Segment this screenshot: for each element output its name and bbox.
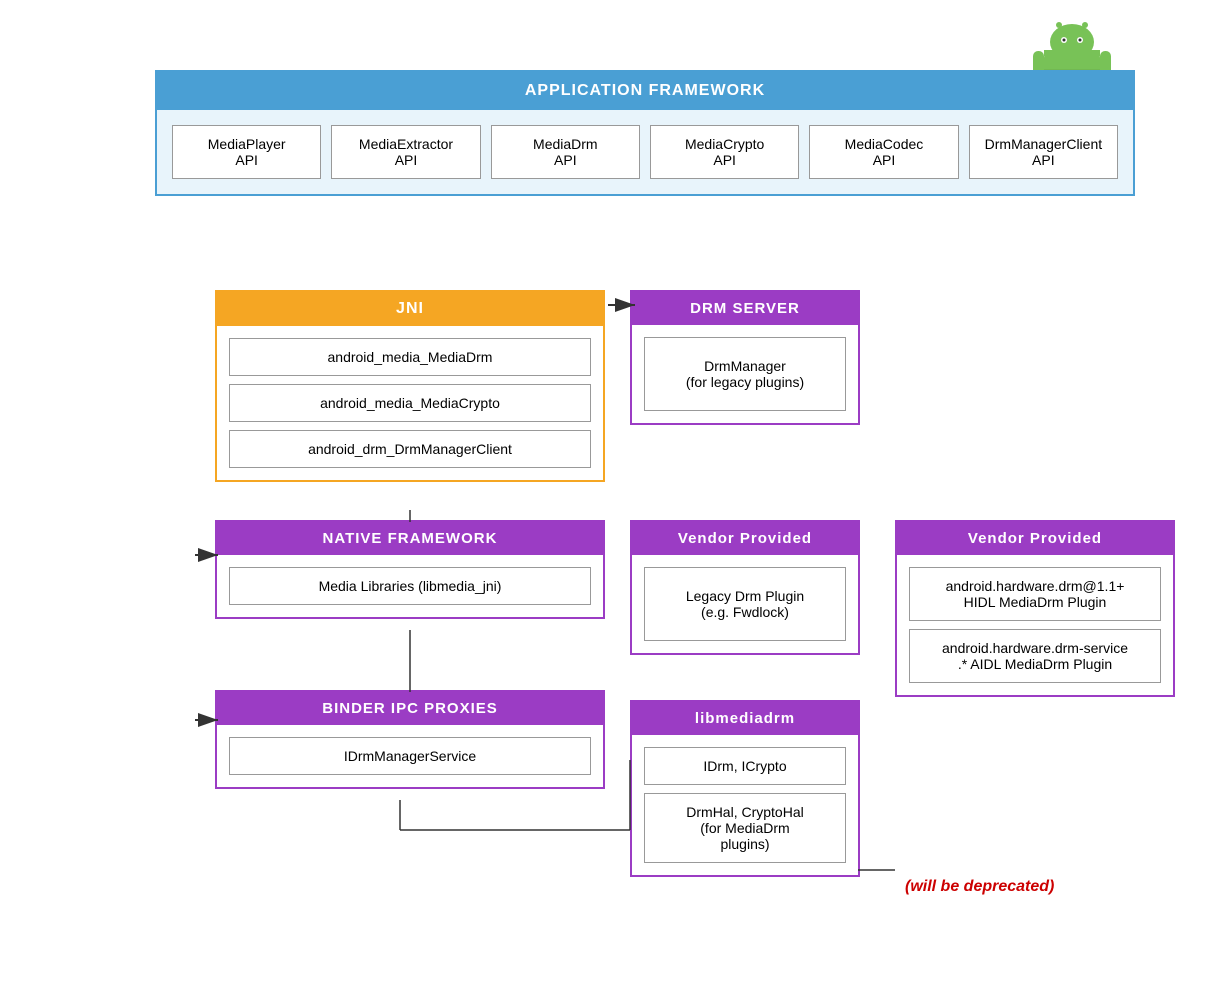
libmediadrm-body: IDrm, ICrypto DrmHal, CryptoHal(for Medi… — [632, 735, 858, 875]
app-framework-header: APPLICATION FRAMEWORK — [157, 72, 1133, 110]
native-framework-header: NATIVE FRAMEWORK — [217, 522, 603, 555]
libmediadrm: libmediadrm IDrm, ICrypto DrmHal, Crypto… — [630, 700, 860, 877]
drm-server-header: DRM SERVER — [632, 292, 858, 325]
jni-item-1: android_media_MediaDrm — [229, 338, 591, 376]
api-mediaplayer: MediaPlayerAPI — [172, 125, 321, 179]
jni-body: android_media_MediaDrm android_media_Med… — [217, 326, 603, 480]
vendor-right-item-1: android.hardware.drm@1.1+HIDL MediaDrm P… — [909, 567, 1161, 621]
libmediadrm-item-1: IDrm, ICrypto — [644, 747, 846, 785]
jni-header: JNI — [217, 292, 603, 326]
native-framework-body: Media Libraries (libmedia_jni) — [217, 555, 603, 617]
app-framework: APPLICATION FRAMEWORK MediaPlayerAPI Med… — [155, 70, 1135, 196]
binder-ipc-body: IDrmManagerService — [217, 725, 603, 787]
api-drmmanagerclient: DrmManagerClientAPI — [969, 125, 1118, 179]
api-mediacodec: MediaCodecAPI — [809, 125, 958, 179]
binder-ipc: BINDER IPC PROXIES IDrmManagerService — [215, 690, 605, 789]
binder-item-1: IDrmManagerService — [229, 737, 591, 775]
native-framework: NATIVE FRAMEWORK Media Libraries (libmed… — [215, 520, 605, 619]
libmediadrm-item-2: DrmHal, CryptoHal(for MediaDrmplugins) — [644, 793, 846, 863]
vendor-left-item-1: Legacy Drm Plugin(e.g. Fwdlock) — [644, 567, 846, 641]
vendor-right-body: android.hardware.drm@1.1+HIDL MediaDrm P… — [897, 555, 1173, 695]
binder-ipc-header: BINDER IPC PROXIES — [217, 692, 603, 725]
vendor-left-header: Vendor Provided — [632, 522, 858, 555]
vendor-left: Vendor Provided Legacy Drm Plugin(e.g. F… — [630, 520, 860, 655]
drm-server-item-1: DrmManager(for legacy plugins) — [644, 337, 846, 411]
native-item-1: Media Libraries (libmedia_jni) — [229, 567, 591, 605]
libmediadrm-header: libmediadrm — [632, 702, 858, 735]
jni-item-3: android_drm_DrmManagerClient — [229, 430, 591, 468]
drm-server-body: DrmManager(for legacy plugins) — [632, 325, 858, 423]
drm-server: DRM SERVER DrmManager(for legacy plugins… — [630, 290, 860, 425]
vendor-right: Vendor Provided android.hardware.drm@1.1… — [895, 520, 1175, 697]
jni-item-2: android_media_MediaCrypto — [229, 384, 591, 422]
diagram-container: APPLICATION FRAMEWORK MediaPlayerAPI Med… — [0, 0, 1212, 1007]
vendor-right-item-2: android.hardware.drm-service.* AIDL Medi… — [909, 629, 1161, 683]
vendor-left-body: Legacy Drm Plugin(e.g. Fwdlock) — [632, 555, 858, 653]
api-mediacrypto: MediaCryptoAPI — [650, 125, 799, 179]
jni-section: JNI android_media_MediaDrm android_media… — [215, 290, 605, 482]
vendor-right-header: Vendor Provided — [897, 522, 1173, 555]
api-mediaextractor: MediaExtractorAPI — [331, 125, 480, 179]
deprecated-text: (will be deprecated) — [905, 878, 1054, 896]
app-framework-body: MediaPlayerAPI MediaExtractorAPI MediaDr… — [157, 110, 1133, 194]
api-mediadrm: MediaDrmAPI — [491, 125, 640, 179]
